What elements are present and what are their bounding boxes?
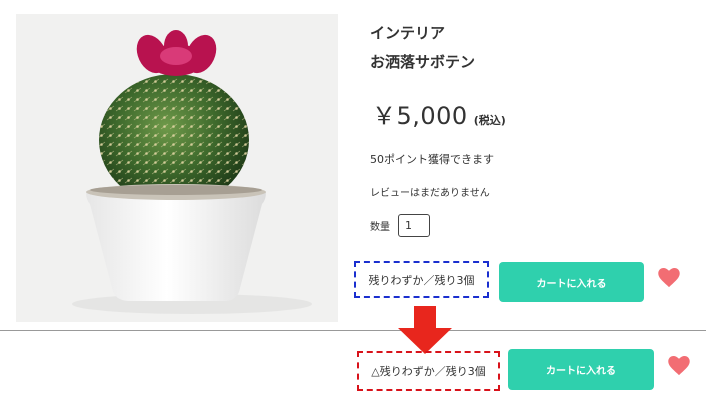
product-category: インテリア xyxy=(370,24,446,42)
quantity-label: 数量 xyxy=(370,222,390,233)
cactus-illustration xyxy=(72,30,312,314)
heart-icon[interactable] xyxy=(658,268,680,292)
quantity-row: 数量 xyxy=(370,214,430,237)
stock-text-before: 残りわずか／残り3個 xyxy=(368,273,475,287)
price-row: ￥5,000 (税込) xyxy=(372,96,506,131)
stock-status-after: △残りわずか／残り3個 xyxy=(357,351,500,391)
points-text: 50ポイント獲得できます xyxy=(370,153,494,166)
stock-text-after: △残りわずか／残り3個 xyxy=(371,365,486,378)
section-divider xyxy=(0,330,706,331)
product-image xyxy=(16,14,338,322)
product-price: ￥5,000 xyxy=(372,102,468,130)
add-to-cart-button-before[interactable]: カートに入れる xyxy=(499,262,644,302)
tax-label: (税込) xyxy=(473,114,506,127)
quantity-input[interactable] xyxy=(398,214,430,237)
review-text: レビューはまだありません xyxy=(370,188,490,199)
heart-icon[interactable] xyxy=(668,356,690,380)
add-to-cart-button-after[interactable]: カートに入れる xyxy=(508,349,654,390)
product-name: お洒落サボテン xyxy=(370,53,476,71)
stock-status-before: 残りわずか／残り3個 xyxy=(354,261,489,298)
